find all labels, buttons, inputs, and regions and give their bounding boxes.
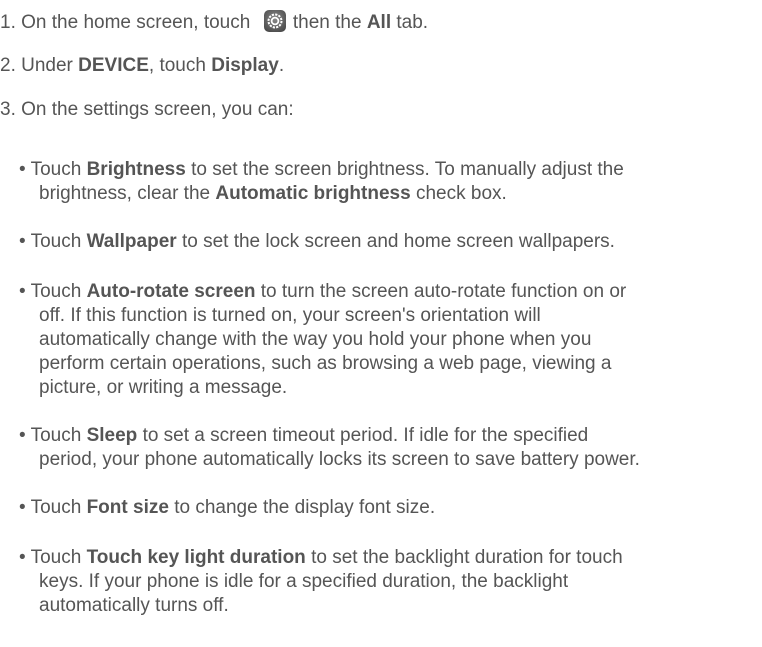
step-1-text-d: tab.: [396, 12, 429, 33]
step-2-text-c: , touch: [148, 55, 206, 76]
bullet-fontsize-c: to change the display font size.: [174, 497, 436, 518]
bullet-sleep-c: to set a screen timeout period. If idle …: [142, 425, 589, 446]
bullet-touchkey: • Touch Touch key light duration to set …: [19, 546, 623, 570]
bullet-autorotate-line3: automatically change with the way you ho…: [39, 329, 592, 350]
sleep-label: Sleep: [86, 425, 138, 446]
bullet-brightness-c: to set the screen brightness. To manuall…: [191, 159, 624, 180]
font-size-label: Font size: [86, 497, 169, 518]
step-1-text-a: 1. On the home screen, touch: [0, 12, 251, 33]
bullet-sleep: • Touch Sleep to set a screen timeout pe…: [19, 424, 588, 448]
step-1: 1. On the home screen, touch then the Al…: [0, 10, 428, 35]
bullet-autorotate-line5: picture, or writing a message.: [39, 377, 288, 398]
bullet-autorotate-a: • Touch: [19, 281, 82, 302]
settings-gear-icon: [263, 10, 286, 32]
bullet-wallpaper-a: • Touch: [19, 231, 82, 252]
bullet-touchkey-a: • Touch: [19, 547, 82, 568]
bullet-autorotate-line4: perform certain operations, such as brow…: [39, 353, 612, 374]
step-1-text-b: then the: [292, 12, 362, 33]
bullet-sleep-a: • Touch: [19, 425, 82, 446]
step-2-text-e: .: [278, 55, 285, 76]
bullet-brightness-d: brightness, clear the: [39, 183, 211, 204]
bullet-fontsize: • Touch Font size to change the display …: [19, 496, 435, 520]
all-tab-label: All: [366, 12, 392, 33]
bullet-touchkey-line2: keys. If your phone is idle for a specif…: [39, 571, 569, 592]
wallpaper-label: Wallpaper: [86, 231, 177, 252]
bullet-fontsize-a: • Touch: [19, 497, 82, 518]
instruction-document: 1. On the home screen, touch then the Al…: [0, 0, 762, 647]
step-3: 3. On the settings screen, you can:: [0, 98, 294, 122]
bullet-autorotate-line2: off. If this function is turned on, your…: [39, 305, 541, 326]
bullet-autorotate: • Touch Auto-rotate screen to turn the s…: [19, 280, 626, 304]
bullet-autorotate-c: to turn the screen auto-rotate function …: [260, 281, 627, 302]
bullet-wallpaper-c: to set the lock screen and home screen w…: [181, 231, 615, 252]
bullet-brightness-a: • Touch: [19, 159, 82, 180]
brightness-label: Brightness: [86, 159, 186, 180]
bullet-touchkey-line3: automatically turns off.: [39, 595, 229, 616]
touch-key-light-duration-label: Touch key light duration: [86, 547, 306, 568]
device-label: DEVICE: [78, 55, 149, 76]
step-3-text: 3. On the settings screen, you can:: [0, 99, 294, 120]
step-2-text-a: 2. Under: [0, 55, 73, 76]
bullet-wallpaper: • Touch Wallpaper to set the lock screen…: [19, 230, 615, 254]
bullet-sleep-line2: period, your phone automatically locks i…: [39, 449, 640, 470]
bullet-brightness-line2: brightness, clear the Automatic brightne…: [39, 182, 507, 206]
bullet-touchkey-c: to set the backlight duration for touch: [311, 547, 623, 568]
step-2: 2. Under DEVICE, touch Display.: [0, 54, 284, 78]
bullet-brightness-f: check box.: [415, 183, 507, 204]
bullet-brightness: • Touch Brightness to set the screen bri…: [19, 158, 624, 182]
auto-rotate-label: Auto-rotate screen: [86, 281, 256, 302]
automatic-brightness-label: Automatic brightness: [215, 183, 411, 204]
display-label: Display: [211, 55, 279, 76]
